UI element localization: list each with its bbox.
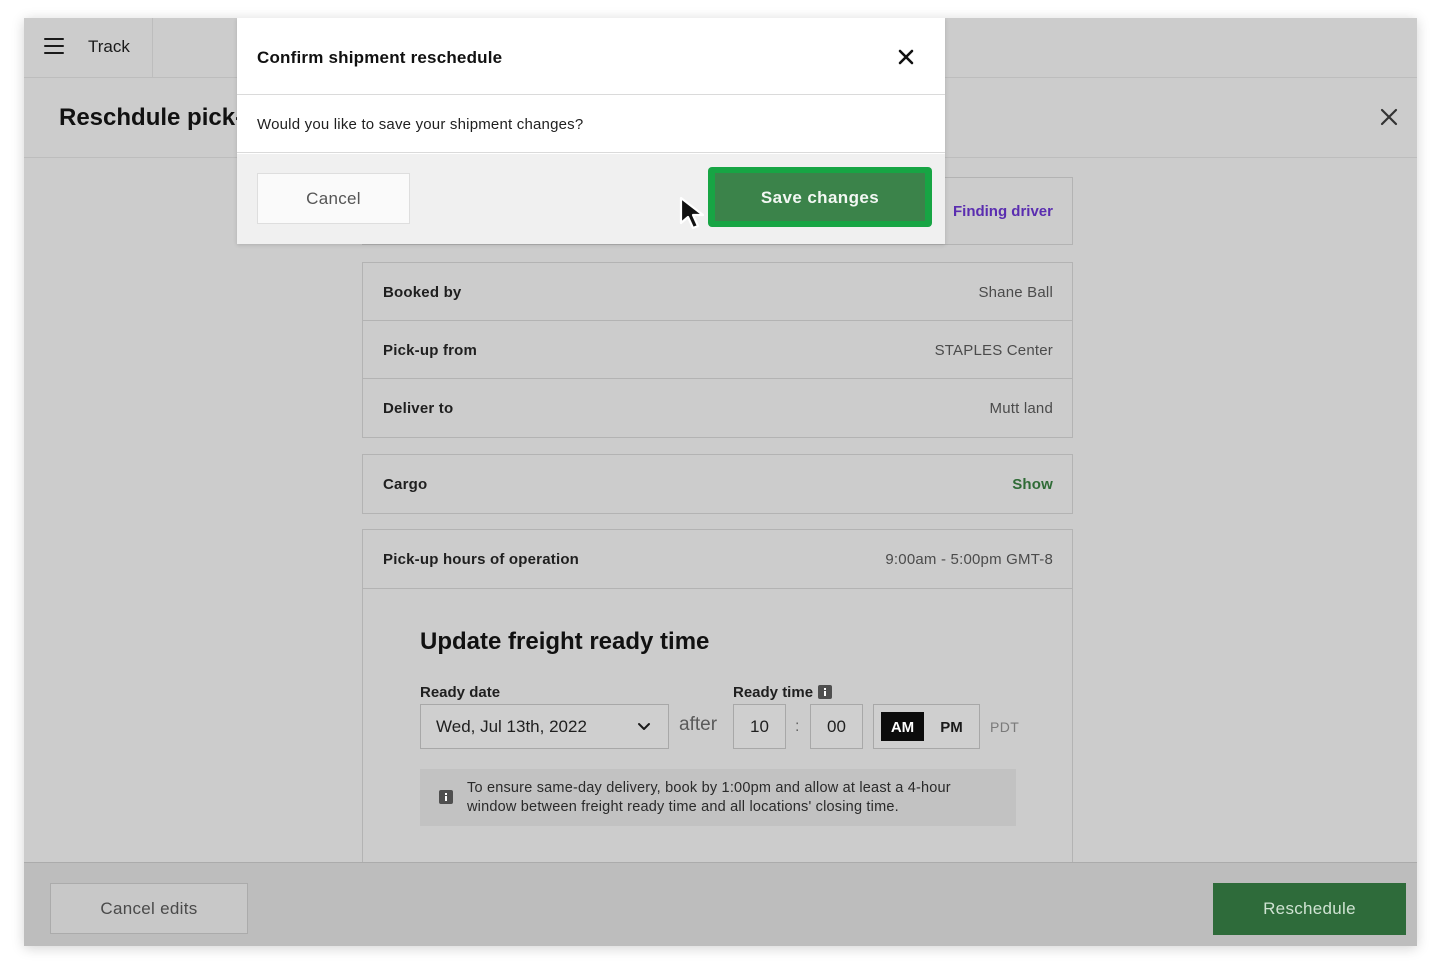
info-icon — [439, 790, 453, 804]
modal-message: Would you like to save your shipment cha… — [257, 116, 584, 133]
status-badge: Finding driver — [952, 203, 1053, 220]
cargo-card: Cargo Show — [362, 454, 1073, 514]
save-button-highlight: Save changes — [708, 167, 932, 227]
row-label: Pick-up from — [383, 342, 478, 359]
pm-button[interactable]: PM — [930, 712, 973, 741]
modal-header: Confirm shipment reschedule — [237, 18, 945, 95]
ready-date-select[interactable]: Wed, Jul 13th, 2022 — [420, 704, 669, 749]
shipment-details-card: Booked by Shane Ball Pick-up from STAPLE… — [362, 262, 1073, 438]
hours-row: Pick-up hours of operation 9:00am - 5:00… — [363, 530, 1072, 588]
ready-date-label: Ready date — [420, 684, 501, 701]
detail-row-pickup-from: Pick-up from STAPLES Center — [363, 321, 1072, 379]
close-icon[interactable] — [898, 49, 914, 65]
cargo-show-link[interactable]: Show — [1012, 476, 1053, 493]
confirm-reschedule-modal: Confirm shipment reschedule Would you li… — [237, 18, 945, 244]
section-title: Update freight ready time — [420, 628, 710, 655]
after-text: after — [679, 714, 718, 735]
close-icon[interactable] — [1380, 108, 1398, 126]
ready-date-value: Wed, Jul 13th, 2022 — [436, 717, 587, 736]
reschedule-button[interactable]: Reschedule — [1213, 883, 1406, 935]
info-text: To ensure same-day delivery, book by 1:0… — [467, 780, 951, 815]
timezone-label: PDT — [990, 719, 1020, 735]
modal-cancel-button[interactable]: Cancel — [257, 173, 410, 224]
minute-input[interactable]: 00 — [810, 704, 863, 749]
chevron-down-icon — [638, 723, 650, 730]
cancel-edits-button[interactable]: Cancel edits — [50, 883, 248, 934]
detail-row-deliver-to: Deliver to Mutt land — [363, 379, 1072, 437]
topbar-divider — [152, 18, 153, 78]
delivery-info-box: To ensure same-day delivery, book by 1:0… — [420, 769, 1016, 826]
hours-value: 9:00am - 5:00pm GMT-8 — [885, 551, 1053, 568]
row-label: Booked by — [383, 284, 462, 301]
save-changes-button[interactable]: Save changes — [715, 173, 925, 221]
row-label: Deliver to — [383, 400, 454, 417]
info-icon[interactable] — [818, 685, 832, 699]
cargo-label: Cargo — [383, 476, 428, 493]
footer-bar: Cancel edits Reschedule — [24, 862, 1417, 946]
hour-input[interactable]: 10 — [733, 704, 786, 749]
hamburger-icon[interactable] — [44, 38, 64, 54]
row-value: STAPLES Center — [934, 342, 1053, 359]
freight-ready-section: Update freight ready time Ready date Wed… — [362, 588, 1073, 888]
modal-footer: Cancel Save changes — [237, 154, 945, 244]
ready-time-label: Ready time — [733, 684, 814, 701]
row-value: Shane Ball — [978, 284, 1053, 301]
time-separator: : — [795, 718, 800, 735]
detail-row-booked-by: Booked by Shane Ball — [363, 263, 1072, 321]
am-button[interactable]: AM — [881, 712, 924, 741]
modal-body: Would you like to save your shipment cha… — [237, 96, 945, 153]
hours-card: Pick-up hours of operation 9:00am - 5:00… — [362, 529, 1073, 589]
app-window: Track Reschdule pick-up Finding driver B… — [24, 18, 1417, 946]
row-value: Mutt land — [989, 400, 1053, 417]
modal-title: Confirm shipment reschedule — [257, 48, 503, 67]
am-pm-toggle: AM PM — [873, 704, 980, 749]
cargo-row: Cargo Show — [363, 455, 1072, 513]
track-nav-label[interactable]: Track — [88, 37, 130, 57]
hours-label: Pick-up hours of operation — [383, 551, 580, 568]
